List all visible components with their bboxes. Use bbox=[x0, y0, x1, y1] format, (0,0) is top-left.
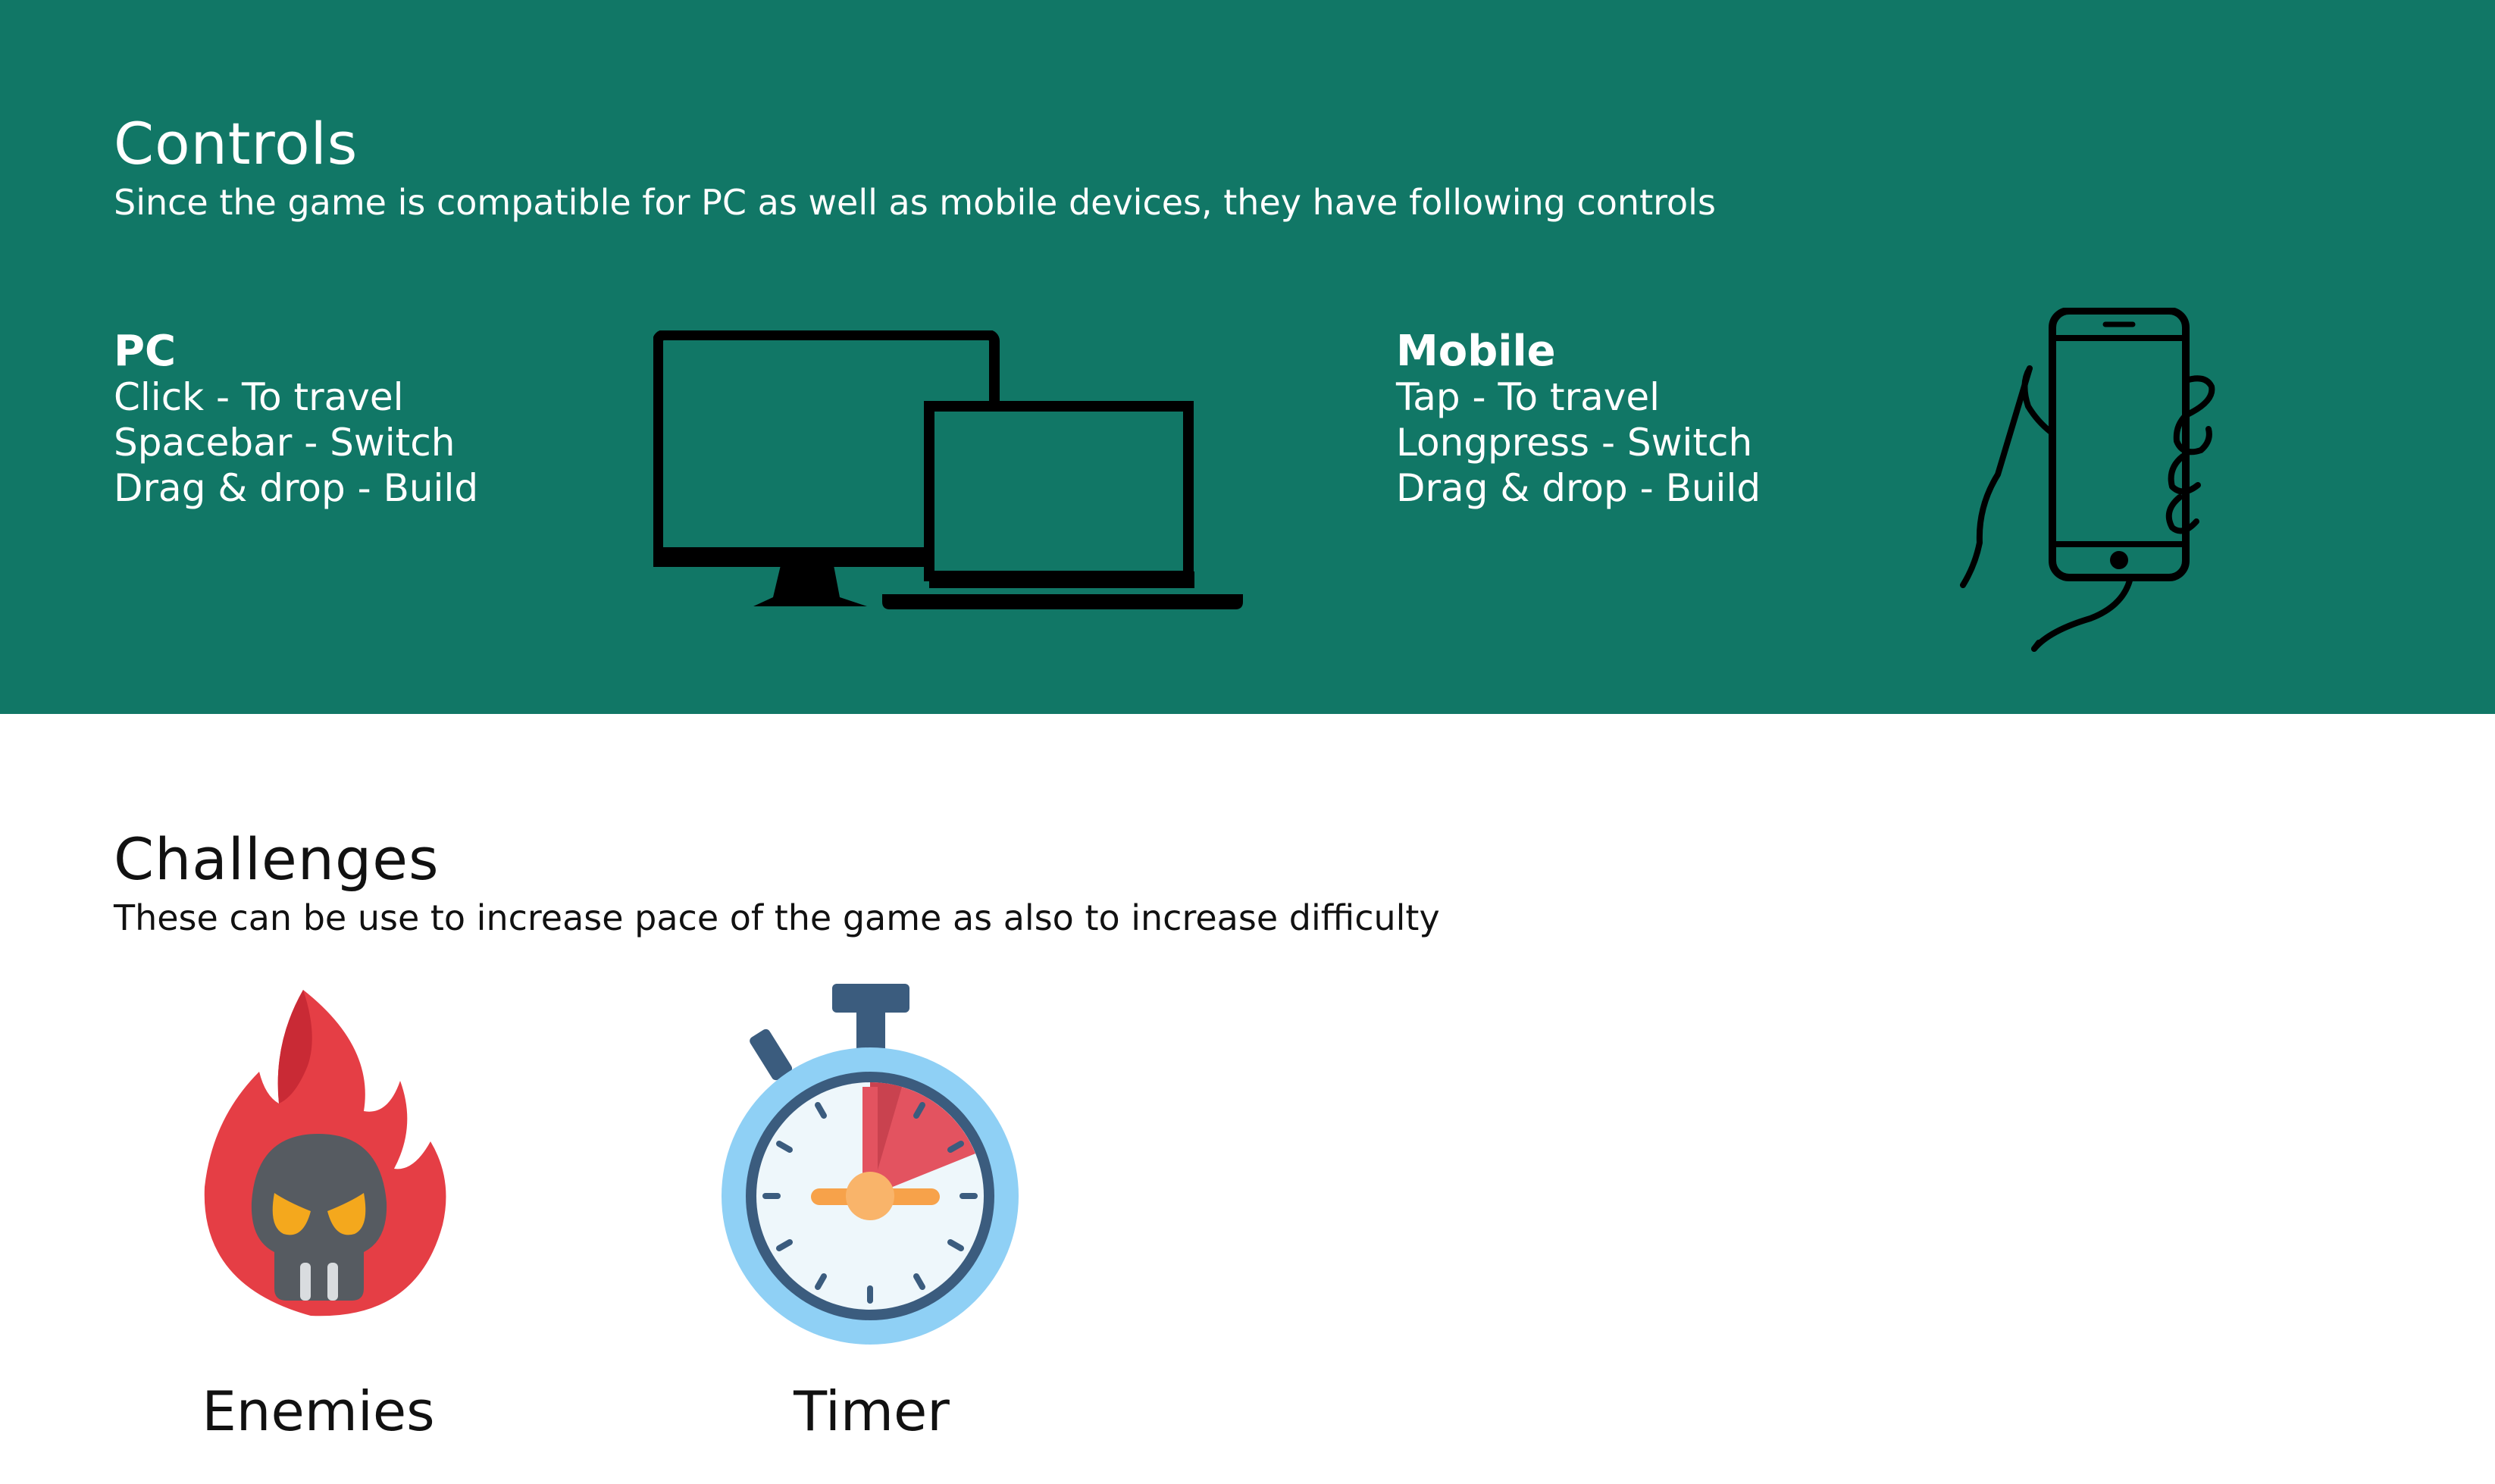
challenges-title: Challenges bbox=[114, 825, 440, 893]
pc-control-list: Click - To travel Spacebar - Switch Drag… bbox=[114, 374, 478, 511]
timer-label: Timer bbox=[794, 1379, 950, 1443]
mobile-controls: Mobile Tap - To travel Longpress - Switc… bbox=[1396, 329, 1761, 511]
controls-subtitle: Since the game is compatible for PC as w… bbox=[114, 182, 1716, 223]
controls-section: Controls Since the game is compatible fo… bbox=[0, 0, 2495, 714]
controls-title: Controls bbox=[114, 110, 358, 177]
list-item: Tap - To travel bbox=[1396, 375, 1661, 419]
list-item: Drag & drop - Build bbox=[114, 466, 479, 510]
list-item: Spacebar - Switch bbox=[114, 421, 455, 465]
mobile-control-list: Tap - To travel Longpress - Switch Drag … bbox=[1396, 374, 1761, 511]
pc-controls: PC Click - To travel Spacebar - Switch D… bbox=[114, 329, 478, 511]
desktop-laptop-icon bbox=[653, 330, 1243, 609]
challenges-subtitle: These can be use to increase pace of the… bbox=[114, 897, 1440, 938]
mobile-heading: Mobile bbox=[1396, 327, 1556, 376]
game-controls-page: Controls Since the game is compatible fo… bbox=[0, 0, 2495, 1484]
list-item: Longpress - Switch bbox=[1396, 421, 1753, 465]
enemies-label: Enemies bbox=[202, 1379, 435, 1443]
stopwatch-icon bbox=[722, 984, 1019, 1345]
flaming-skull-icon bbox=[204, 990, 446, 1317]
list-item: Drag & drop - Build bbox=[1396, 466, 1761, 510]
pc-heading: PC bbox=[114, 327, 177, 376]
hand-phone-icon bbox=[1960, 308, 2215, 652]
list-item: Click - To travel bbox=[114, 375, 404, 419]
